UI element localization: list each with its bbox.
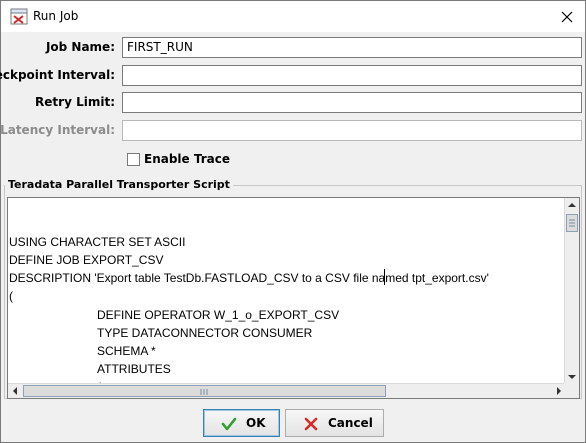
x-icon xyxy=(303,416,319,432)
scroll-down-icon[interactable] xyxy=(565,370,579,384)
enable-trace-label: Enable Trace xyxy=(144,152,230,166)
job-name-field[interactable]: FIRST_RUN xyxy=(122,37,582,58)
script-line: TYPE DATACONNECTOR CONSUMER xyxy=(97,326,313,340)
script-line: USING CHARACTER SET ASCII xyxy=(9,235,186,249)
scroll-corner xyxy=(564,383,579,398)
ok-button-label: OK xyxy=(246,416,266,430)
checkpoint-interval-field[interactable] xyxy=(122,65,582,86)
checkpoint-interval-label: Checkpoint Interval: xyxy=(0,68,115,82)
cancel-button[interactable]: Cancel xyxy=(285,409,384,437)
job-name-label: Job Name: xyxy=(45,40,115,54)
horizontal-scrollbar[interactable] xyxy=(8,383,566,398)
checkbox-box[interactable] xyxy=(127,153,140,166)
script-line: DESCRIPTION 'Export table TestDb.FASTLOA… xyxy=(9,271,489,285)
text-caret xyxy=(384,269,385,285)
horizontal-scroll-thumb[interactable] xyxy=(23,385,386,397)
close-icon[interactable] xyxy=(557,7,577,27)
script-line: DEFINE JOB EXPORT_CSV xyxy=(9,253,164,267)
ok-button[interactable]: OK xyxy=(203,409,280,437)
script-line: SCHEMA * xyxy=(97,344,156,358)
script-panel-title: Teradata Parallel Transporter Script xyxy=(5,178,233,191)
script-line: DEFINE OPERATOR W_1_o_EXPORT_CSV xyxy=(97,308,340,322)
script-line: ( xyxy=(9,289,13,303)
title-bar[interactable]: Run Job xyxy=(1,1,585,32)
retry-limit-field[interactable] xyxy=(122,92,582,113)
script-text[interactable]: USING CHARACTER SET ASCII DEFINE JOB EXP… xyxy=(8,198,566,384)
latency-interval-label: Latency Interval: xyxy=(0,123,115,137)
checkmark-icon xyxy=(221,416,237,432)
run-job-dialog: Run Job Job Name: FIRST_RUN Checkpoint I… xyxy=(0,0,586,443)
script-line: ATTRIBUTES xyxy=(97,362,171,376)
latency-interval-field xyxy=(122,120,582,141)
scroll-up-icon[interactable] xyxy=(565,198,579,212)
dialog-content: Job Name: FIRST_RUN Checkpoint Interval:… xyxy=(0,32,585,442)
vertical-scrollbar[interactable] xyxy=(564,198,579,384)
retry-limit-label: Retry Limit: xyxy=(35,95,115,109)
run-job-icon xyxy=(10,8,28,25)
window-title: Run Job xyxy=(33,9,79,23)
vertical-scroll-thumb[interactable] xyxy=(566,214,578,232)
script-editor[interactable]: USING CHARACTER SET ASCII DEFINE JOB EXP… xyxy=(7,197,580,399)
cancel-button-label: Cancel xyxy=(328,416,373,430)
scroll-left-icon[interactable] xyxy=(8,384,22,398)
